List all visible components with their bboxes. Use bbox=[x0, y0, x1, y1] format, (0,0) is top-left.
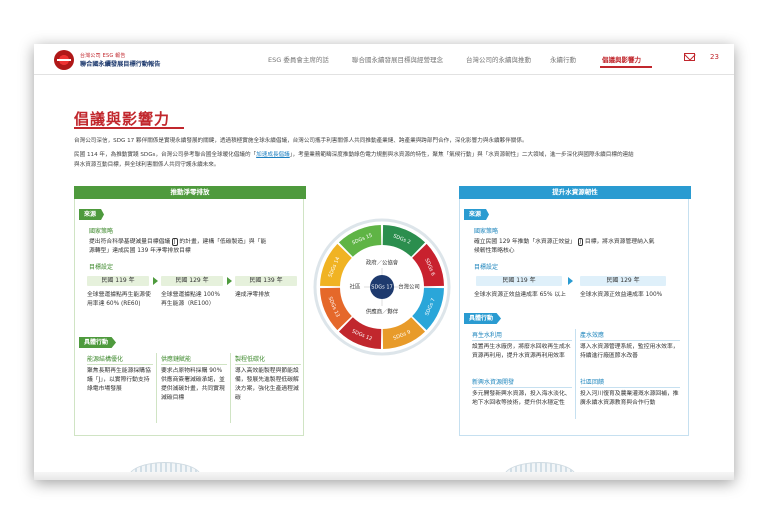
arrow-right-icon bbox=[153, 277, 158, 285]
source-title: 國家策略 bbox=[89, 228, 114, 235]
milestone-2040: 民國 129 年 bbox=[161, 276, 223, 286]
action-title-community: 社區回饋 bbox=[580, 379, 605, 386]
net-zero-panel: 推動淨零排放 來源 國家策略 提出符合科學基礎減量目標倡議 J 的計畫，建構「低… bbox=[74, 186, 306, 436]
column-divider bbox=[156, 353, 157, 423]
action-text-process: 導入高效能製程與節能設備，發展先進製程低碳解決方案，強化生產過程減碳 bbox=[235, 368, 299, 401]
stakeholder-label: 供應商／夥伴 bbox=[366, 308, 399, 316]
action-text-energy: 聚焦長期再生能源採購協議「J」，以實際行動支持綠電市場發展 bbox=[87, 368, 151, 392]
milestone-2040: 民國 129 年 bbox=[580, 276, 666, 286]
source-badge: J bbox=[577, 238, 584, 246]
intro-paragraph-1: 台灣公司深信，SDG 17 夥伴關係是實現永續發展的關鍵，透過積極實施全球永續倡… bbox=[74, 138, 528, 144]
action-title-new-water: 新興水資源開發 bbox=[472, 379, 515, 386]
source-text-line-1: 提出符合科學基礎減量目標倡議 J 的計畫，建構「低碳製造」與「能 bbox=[89, 238, 299, 247]
action-text-community: 投入河川復育及農業灌溉水源回補，推廣永續水資源教育與合作行動 bbox=[580, 391, 679, 406]
page-number: 23 bbox=[710, 53, 719, 61]
action-text-supply-chain: 要求占原物料採購 90% 供應商簽署減碳承諾，並提供減碳計畫，共同實現減碳目標 bbox=[161, 368, 225, 401]
action-title-supply-chain: 供應鏈賦能 bbox=[161, 356, 192, 363]
goal-desc-2030: 全球水資源正效益達成率 65% 以上 bbox=[474, 292, 566, 298]
intro-paragraph-2: 民國 114 年，為推動實踐 SDGs，台灣公司參考聯合國全球暖化倡議的「加速成… bbox=[74, 150, 634, 160]
action-title-energy: 能源結構優化 bbox=[87, 356, 124, 363]
stakeholder-label: 社區 bbox=[350, 283, 361, 291]
water-panel-header: 提升水資源韌性 bbox=[459, 186, 691, 199]
water-resilience-panel: 提升水資源韌性 來源 國家策略 確立民國 129 年推動「水資源正效益」 J 目… bbox=[459, 186, 691, 436]
brand-line-2: 聯合國永續發展目標行動報告 bbox=[80, 61, 161, 68]
column-divider bbox=[230, 353, 231, 423]
divider bbox=[472, 387, 572, 388]
column-divider bbox=[575, 329, 576, 419]
divider bbox=[161, 364, 227, 365]
nav-tab-sdg-philosophy[interactable]: 聯合國永續發展目標與經營理念 bbox=[352, 54, 443, 64]
divider bbox=[235, 364, 301, 365]
company-logo-icon bbox=[54, 50, 74, 70]
source-badge: J bbox=[172, 238, 178, 246]
action-text-new-water: 多元開發新興水資源，投入海水淡化、地下水回收等技術，提升供水穩定性 bbox=[472, 391, 571, 406]
brand-line-1: 台灣公司 ESG 報告 bbox=[80, 53, 126, 59]
action-title-water-efficiency: 產水效應 bbox=[580, 332, 605, 339]
action-tag: 具體行動 bbox=[464, 313, 502, 324]
active-tab-underline bbox=[600, 66, 652, 68]
sdgs-ring-diagram: SDGs 2SDGs 6SDGs 7SDGs 9SDGs 12SDGs 13SD… bbox=[313, 218, 451, 356]
source-text-line-2: 源轉型」達成民國 139 年淨零排放目標 bbox=[89, 248, 191, 254]
report-page: 台灣公司 ESG 報告 聯合國永續發展目標行動報告 ESG 委員會主席的話 聯合… bbox=[34, 44, 734, 480]
goal-desc-2040: 全球營運據點達 100% 再生能源（RE100） bbox=[161, 292, 220, 307]
goal-title: 目標設定 bbox=[474, 264, 499, 271]
title-underline bbox=[74, 127, 184, 129]
arrow-right-icon bbox=[227, 277, 232, 285]
milestone-2030: 民國 119 年 bbox=[87, 276, 149, 286]
action-title-process: 製程低碳化 bbox=[235, 356, 266, 363]
center-label: SDGs 17 bbox=[371, 285, 392, 291]
nav-tab-sustainability-drive[interactable]: 台灣公司的永續與推動 bbox=[466, 54, 531, 64]
bottom-strip bbox=[34, 472, 734, 480]
intro-paragraph-2-end: 」，考量業務範疇深度推動綠色電力規劃與水資源的特性，聚焦「氣候行動」與「水資源韌… bbox=[289, 152, 634, 158]
source-tag: 來源 bbox=[79, 209, 105, 220]
action-title-reclaimed-water: 再生水利用 bbox=[472, 332, 503, 339]
divider bbox=[87, 364, 153, 365]
source-text-2: 目標，將水資源管理納入氣 bbox=[584, 239, 655, 245]
stakeholder-label: 政府／公協會 bbox=[366, 259, 399, 267]
goal-desc-2050: 達成淨零排放 bbox=[235, 292, 270, 298]
source-text-line-2: 候韌性策略核心 bbox=[474, 248, 515, 254]
page-header: 台灣公司 ESG 報告 聯合國永續發展目標行動報告 ESG 委員會主席的話 聯合… bbox=[34, 44, 734, 74]
arrow-right-icon bbox=[568, 277, 573, 285]
source-text-1: 確立民國 129 年推動「水資源正效益」 bbox=[474, 239, 576, 245]
mail-icon[interactable] bbox=[684, 53, 695, 61]
divider bbox=[580, 387, 680, 388]
source-text-line-1: 確立民國 129 年推動「水資源正效益」 J 目標，將水資源管理納入氣 bbox=[474, 238, 654, 247]
nav-tab-sustainability-actions[interactable]: 永續行動 bbox=[550, 54, 576, 64]
page-title: 倡議與影響力 bbox=[74, 110, 171, 128]
source-text-1: 提出符合科學基礎減量目標倡議 bbox=[89, 239, 171, 245]
intro-paragraph-2-start: 民國 114 年，為推動實踐 SDGs，台灣公司參考聯合國全球暖化倡議的「 bbox=[74, 152, 257, 158]
intro-paragraph-3: 與水資源互動目標，與全球利害關係人共同守護永續未來。 bbox=[74, 162, 220, 168]
milestone-2030: 民國 119 年 bbox=[476, 276, 562, 286]
action-text-water-efficiency: 導入水資源管理系統，監控用水效率，持續進行廠區節水改善 bbox=[580, 344, 679, 359]
goal-desc-2040: 全球水資源正效益達成率 100% bbox=[580, 292, 663, 298]
source-tag: 來源 bbox=[464, 209, 490, 220]
source-text-2: 的計畫，建構「低碳製造」與「能 bbox=[179, 239, 267, 245]
acceleration-initiative-link[interactable]: 加速成長倡議 bbox=[256, 152, 290, 158]
source-title: 國家策略 bbox=[474, 228, 499, 235]
goal-title: 目標設定 bbox=[89, 264, 114, 271]
divider bbox=[580, 340, 680, 341]
stakeholder-label: 台灣公司 bbox=[398, 283, 420, 291]
net-zero-panel-header: 推動淨零排放 bbox=[74, 186, 306, 199]
goal-desc-2030: 全球營運據點再生能源使用率達 60% (RE60) bbox=[87, 292, 151, 307]
nav-tab-chairman-message[interactable]: ESG 委員會主席的話 bbox=[268, 54, 329, 64]
milestone-2050: 民國 139 年 bbox=[235, 276, 297, 286]
header-divider bbox=[34, 74, 734, 75]
action-tag: 具體行動 bbox=[79, 337, 117, 348]
nav-tab-advocacy-influence[interactable]: 倡議與影響力 bbox=[602, 54, 641, 64]
divider bbox=[472, 340, 572, 341]
action-text-reclaimed-water: 設置再生水廠房，將廢水回收再生成水資源再利用，提升水資源再利用效率 bbox=[472, 344, 571, 359]
